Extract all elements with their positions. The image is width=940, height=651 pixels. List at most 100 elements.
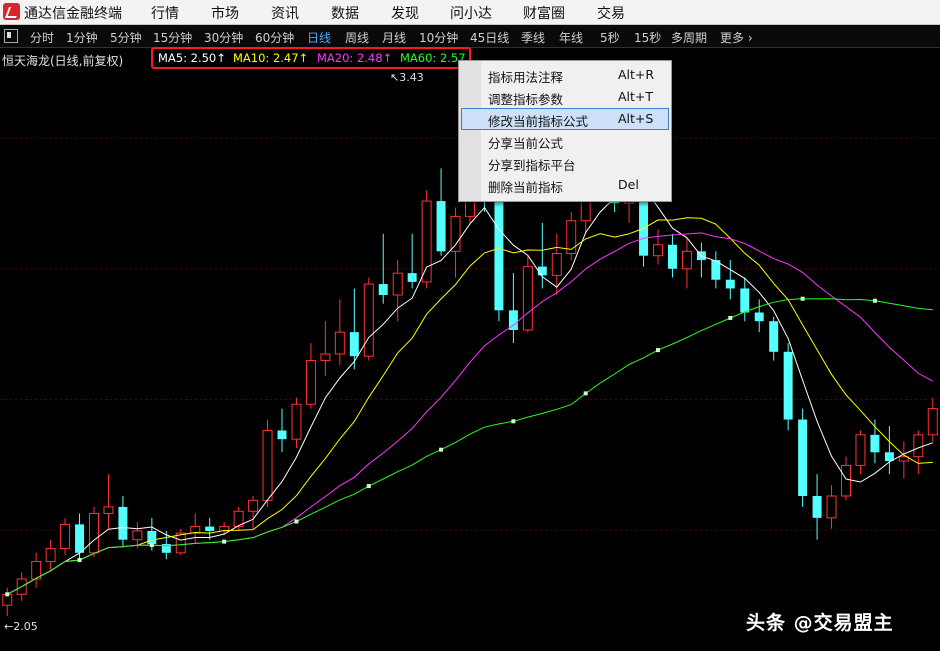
low-price-marker: ←2.05 <box>4 620 38 633</box>
ma60-marker <box>77 558 82 563</box>
menu-item-share-platform[interactable]: 分享到指标平台 <box>462 153 668 173</box>
period-60min[interactable]: 60分钟 <box>255 29 294 46</box>
menu-item-adjust-params[interactable]: 调整指标参数 Alt+T <box>462 87 668 107</box>
low-price-value: 2.05 <box>13 620 38 633</box>
menu-item-news[interactable]: 资讯 <box>271 3 299 23</box>
candle <box>798 408 808 507</box>
period-yearly[interactable]: 年线 <box>559 29 583 46</box>
candle-body <box>205 526 215 531</box>
period-5sec[interactable]: 5秒 <box>600 29 620 46</box>
candle <box>118 496 128 547</box>
candle-body <box>769 321 779 352</box>
panel-toggle-icon[interactable] <box>4 29 18 43</box>
menu-item-trade[interactable]: 交易 <box>597 3 625 23</box>
candle <box>305 343 316 409</box>
candle-body <box>349 332 359 357</box>
candle <box>450 207 461 278</box>
menu-item-label: 指标用法注释 <box>488 70 564 85</box>
candle-body <box>927 408 938 436</box>
candle-body <box>913 434 924 458</box>
menu-item-xiaoda[interactable]: 问小达 <box>450 3 492 23</box>
candle-body <box>277 430 287 440</box>
candle-body <box>75 524 85 553</box>
menu-item-data[interactable]: 数据 <box>331 3 359 23</box>
period-weekly[interactable]: 周线 <box>345 29 369 46</box>
menu-item-label: 调整指标参数 <box>488 92 564 107</box>
ma60-marker <box>511 419 516 424</box>
candle <box>826 485 837 529</box>
period-quarterly[interactable]: 季线 <box>521 29 545 46</box>
menu-item-indicator-usage[interactable]: 指标用法注释 Alt+R <box>462 65 668 85</box>
menu-item-market[interactable]: 市场 <box>211 3 239 23</box>
watermark: 头条 @交易盟主 <box>746 612 894 634</box>
candle <box>711 251 721 289</box>
candle <box>291 397 302 448</box>
period-15sec[interactable]: 15秒 <box>634 29 661 46</box>
candle-body <box>494 201 504 311</box>
candle <box>75 513 85 562</box>
candle-body <box>103 506 114 514</box>
candle <box>653 229 663 265</box>
ma5-value: MA5: 2.50↑ <box>158 51 226 65</box>
ma20-line <box>6 232 934 595</box>
candle-body <box>118 506 128 540</box>
candle-body <box>450 215 461 252</box>
menu-item-shortcut: Alt+R <box>618 67 655 82</box>
menu-item-share-formula[interactable]: 分享当前公式 <box>462 131 668 151</box>
period-5min[interactable]: 5分钟 <box>110 29 142 46</box>
candle-body <box>754 312 764 322</box>
menu-item-discover[interactable]: 发现 <box>391 3 419 23</box>
candle <box>277 408 287 453</box>
ma60-line <box>6 298 933 595</box>
period-daily[interactable]: 日线 <box>307 29 331 46</box>
menu-item-quotes[interactable]: 行情 <box>151 3 179 23</box>
period-timeshare[interactable]: 分时 <box>30 29 54 46</box>
menu-item-delete-indicator[interactable]: 删除当前指标 Del <box>462 175 668 195</box>
period-10min[interactable]: 10分钟 <box>419 29 458 46</box>
candle <box>334 299 345 365</box>
candle <box>219 522 230 536</box>
candle-body <box>826 495 837 519</box>
candle <box>175 528 186 555</box>
menu-item-label: 分享当前公式 <box>488 136 564 151</box>
candle <box>190 513 201 545</box>
ma5-line <box>6 179 933 595</box>
candle <box>436 168 446 256</box>
candle-body <box>681 250 692 270</box>
candle <box>407 233 417 289</box>
candle <box>60 517 71 555</box>
menu-item-edit-formula[interactable]: 修改当前指标公式 Alt+S <box>461 108 669 130</box>
candle <box>522 255 533 333</box>
period-monthly[interactable]: 月线 <box>382 29 406 46</box>
ma60-marker <box>583 391 588 396</box>
period-15min[interactable]: 15分钟 <box>153 29 192 46</box>
menu-bar: 通达信金融终端 行情 市场 资讯 数据 发现 问小达 财富圈 交易 <box>0 0 940 25</box>
ma60-marker <box>5 592 10 597</box>
candle-body <box>667 244 677 269</box>
candle-body <box>363 283 374 357</box>
period-45day[interactable]: 45日线 <box>470 29 509 46</box>
candle <box>927 397 938 442</box>
candle <box>31 552 42 588</box>
candle-body <box>60 523 71 549</box>
menu-item-shortcut: Alt+S <box>618 111 654 126</box>
period-more[interactable]: 更多 › <box>720 29 753 46</box>
candle <box>754 299 764 333</box>
period-multi[interactable]: 多周期 <box>671 29 707 46</box>
candle <box>681 238 692 289</box>
candle <box>320 321 331 376</box>
menu-item-wealth[interactable]: 财富圈 <box>523 3 565 23</box>
indicator-context-menu: 指标用法注释 Alt+R 调整指标参数 Alt+T 修改当前指标公式 Alt+S… <box>458 60 672 202</box>
candle-body <box>175 532 186 554</box>
candle-body <box>147 530 157 545</box>
candle <box>725 260 735 300</box>
candle <box>566 212 577 261</box>
candle-body <box>522 266 533 331</box>
candle <box>103 474 114 529</box>
candle-body <box>841 464 851 497</box>
period-1min[interactable]: 1分钟 <box>66 29 98 46</box>
ma60-value: MA60: 2.57 <box>400 51 466 65</box>
candle-body <box>291 403 302 440</box>
candle-body <box>436 201 446 252</box>
period-30min[interactable]: 30分钟 <box>204 29 243 46</box>
